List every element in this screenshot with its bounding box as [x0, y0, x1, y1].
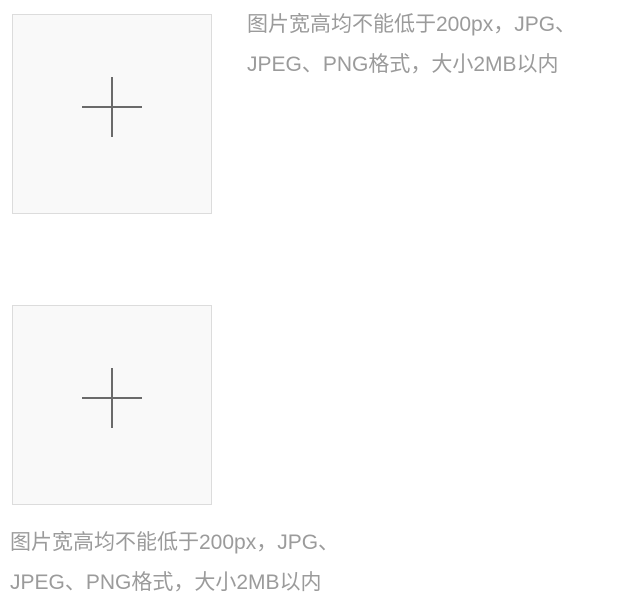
image-upload-box-2[interactable] — [12, 305, 212, 505]
upload-hint-2: 图片宽高均不能低于200px，JPG、 JPEG、PNG格式，大小2MB以内 — [10, 523, 339, 603]
upload-hint-line-1: 图片宽高均不能低于200px，JPG、 — [10, 531, 340, 554]
upload-hint-line-2: JPEG、PNG格式，大小2MB以内 — [10, 571, 322, 594]
plus-icon — [82, 368, 142, 428]
image-upload-box-1[interactable] — [12, 14, 212, 214]
upload-hint-line-1: 图片宽高均不能低于200px，JPG、 — [247, 13, 577, 36]
upload-hint-1: 图片宽高均不能低于200px，JPG、 JPEG、PNG格式，大小2MB以内 — [247, 5, 576, 85]
upload-hint-line-2: JPEG、PNG格式，大小2MB以内 — [247, 53, 559, 76]
plus-icon — [82, 77, 142, 137]
